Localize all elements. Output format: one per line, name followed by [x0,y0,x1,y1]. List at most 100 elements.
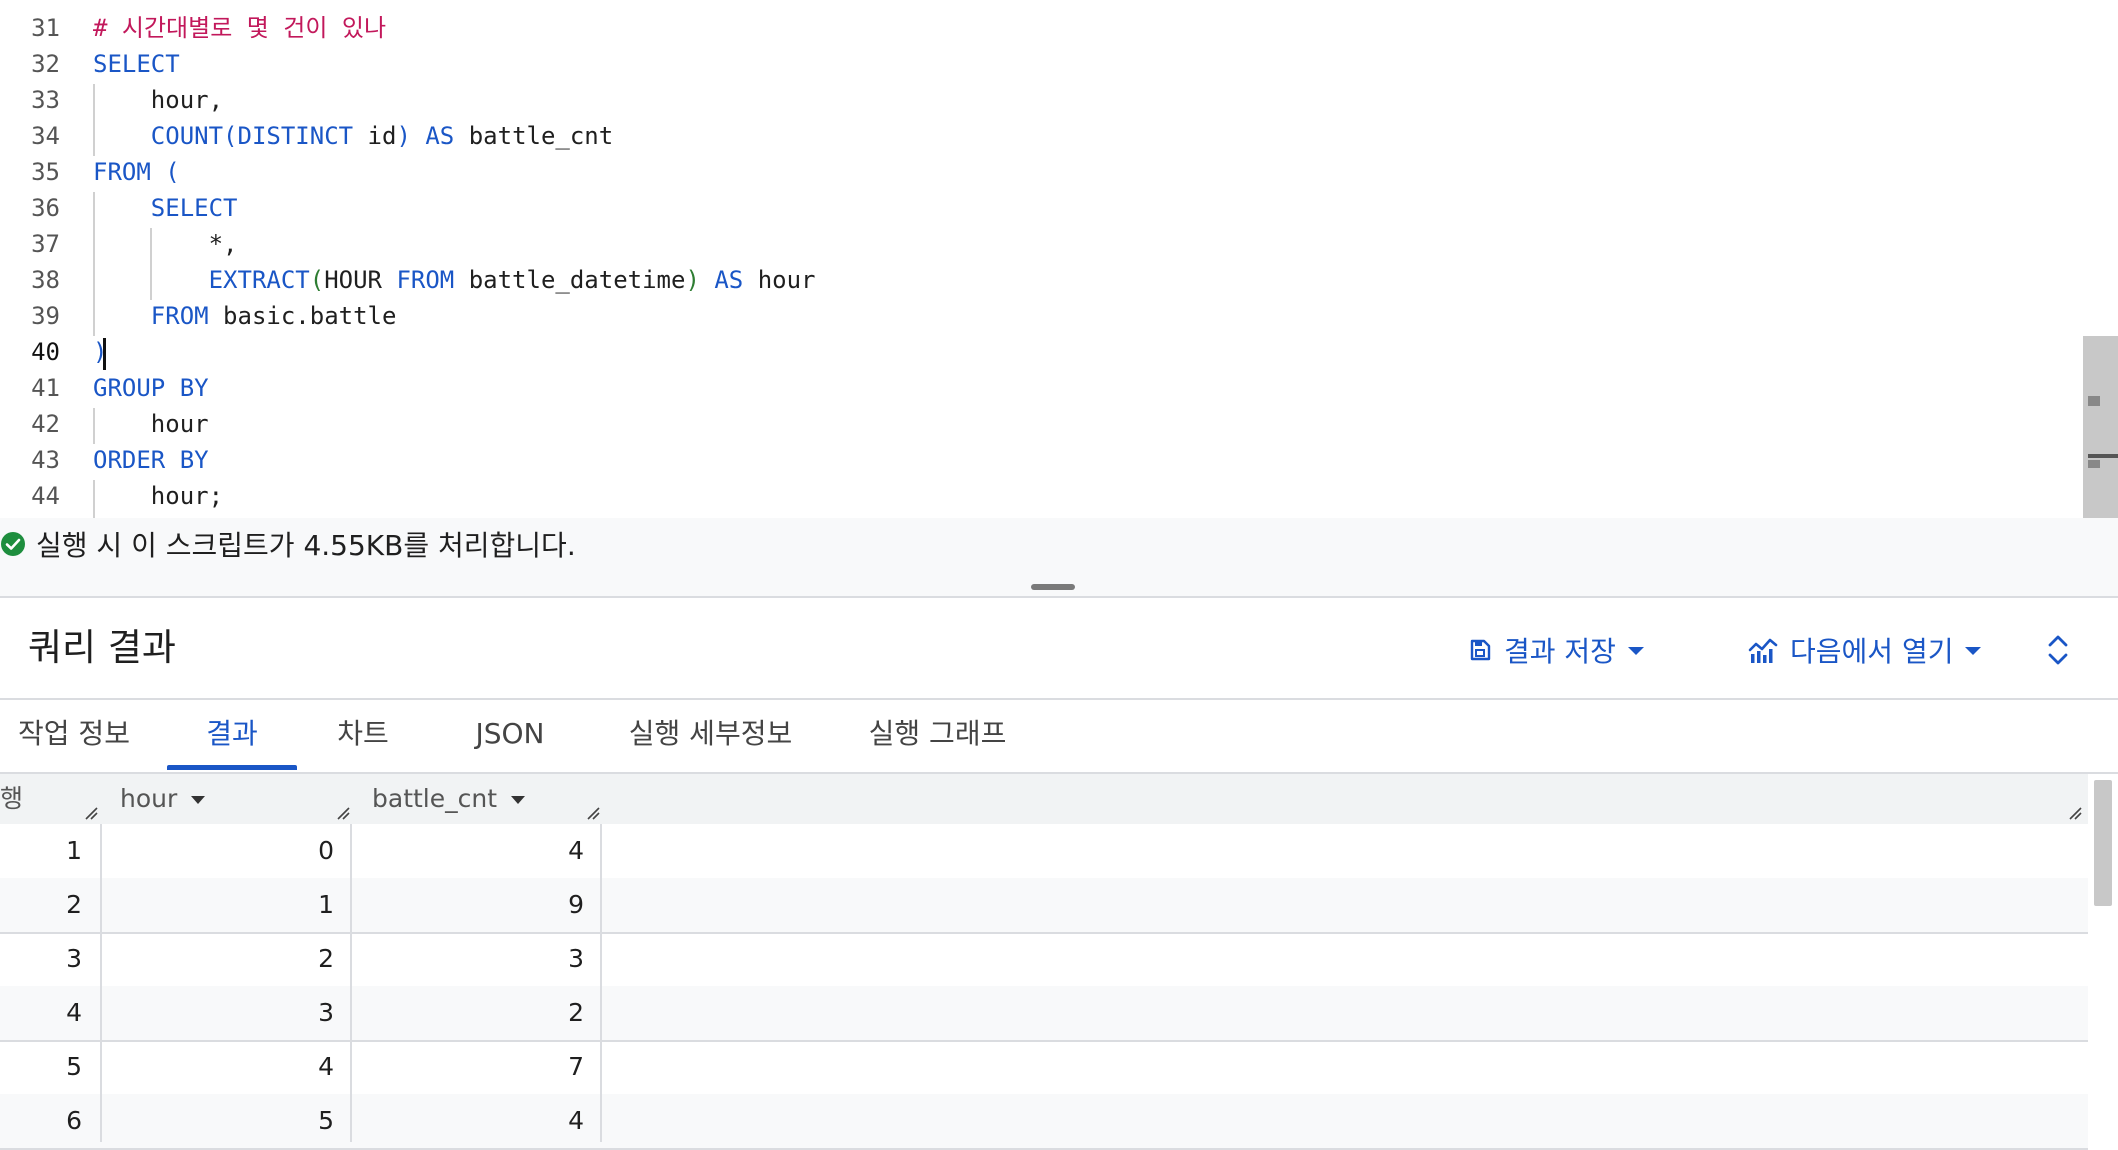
table-row[interactable]: 323 [0,932,2088,988]
code-token: ( [309,266,325,294]
table-cell[interactable]: 3 [100,986,334,1040]
open-in-button[interactable]: 다음에서 열기 [1748,628,1982,672]
tab-execution-graph[interactable]: 실행 그래프 [855,712,1020,772]
results-title: 쿼리 결과 [28,626,176,669]
column-resize-icon[interactable] [586,806,600,820]
line-number: 42 [31,410,60,438]
column-header-hour[interactable]: hour [120,774,206,824]
column-resize-icon[interactable] [2068,806,2082,820]
expand-collapse-icon[interactable] [2044,630,2072,670]
code-line[interactable]: 41 GROUP BY [0,370,2080,406]
column-header-battle-cnt[interactable]: battle_cnt [372,774,526,824]
table-cell[interactable]: 4 [100,1040,334,1094]
row-number-cell[interactable]: 2 [0,878,82,932]
code-token: FROM [150,302,209,330]
editor-scroll-thumb[interactable] [2083,336,2118,518]
code-line[interactable]: 38 EXTRACT(HOUR FROM battle_datetime) AS… [0,262,2080,298]
table-row[interactable]: 432 [0,986,2088,1042]
column-divider [100,824,102,1142]
table-cell[interactable]: 3 [350,932,584,986]
active-tab-indicator [167,765,297,770]
analytics-chart-icon [1748,638,1778,663]
table-cell[interactable]: 9 [350,878,584,932]
divider [0,698,2118,700]
column-resize-icon[interactable] [84,806,98,820]
code-text: COUNT(DISTINCT id) AS battle_cnt [93,118,613,154]
tab-job-info[interactable]: 작업 정보 [0,712,148,772]
tab-json[interactable]: JSON [455,712,565,772]
status-text: 실행 시 이 스크립트가 4.55KB를 처리합니다. [36,529,576,562]
code-token: FROM [382,266,455,294]
code-token: AS [699,266,744,294]
line-number: 41 [31,374,60,402]
table-row[interactable]: 219 [0,878,2088,934]
tab-execution-details[interactable]: 실행 세부정보 [608,712,813,772]
code-line[interactable]: 43 ORDER BY [0,442,2080,478]
row-number-cell[interactable]: 1 [0,824,82,878]
row-number-cell[interactable]: 4 [0,986,82,1040]
column-resize-icon[interactable] [336,806,350,820]
code-line[interactable]: 36 SELECT [0,190,2080,226]
table-cell[interactable]: 5 [100,1094,334,1148]
pane-resize-handle[interactable] [1031,584,1075,590]
code-line[interactable]: 34 COUNT(DISTINCT id) AS battle_cnt [0,118,2080,154]
table-cell[interactable]: 7 [350,1040,584,1094]
sort-caret-icon[interactable] [511,796,526,804]
save-results-button[interactable]: 결과 저장 [1468,628,1644,672]
code-text: hour [93,406,209,442]
code-line[interactable]: 37 *, [0,226,2080,262]
row-number-cell[interactable]: 6 [0,1094,82,1148]
table-cell[interactable]: 0 [100,824,334,878]
code-token: SELECT [93,50,180,78]
table-cell[interactable]: 2 [350,986,584,1040]
save-results-label: 결과 저장 [1504,635,1616,668]
sql-editor[interactable]: 31 # 시간대별로 몇 건이 있나 32 SELECT 33 hour, 34 COUN… [0,0,2080,518]
code-line[interactable]: 32 SELECT [0,46,2080,82]
code-token: AS [410,122,455,150]
row-number-cell[interactable]: 5 [0,1040,82,1094]
code-token: battle_cnt [454,122,614,150]
code-line[interactable]: 33 hour, [0,82,2080,118]
table-cell[interactable]: 4 [350,1094,584,1148]
table-cell[interactable]: 2 [100,932,334,986]
code-line[interactable]: 44 hour; [0,478,2080,514]
code-line[interactable]: 31 # 시간대별로 몇 건이 있나 [0,10,2080,46]
table-cell[interactable]: 4 [350,824,584,878]
code-token: hour, [93,86,224,114]
scroll-marker [2088,454,2118,458]
code-token: ORDER BY [93,446,209,474]
line-number: 43 [31,446,60,474]
line-number: 31 [31,14,60,42]
code-line[interactable]: 40) [0,334,2080,370]
row-number-cell[interactable]: 3 [0,932,82,986]
sort-caret-icon[interactable] [191,796,206,804]
line-number: 44 [31,482,60,510]
line-number: 37 [31,230,60,258]
line-number: 40 [31,338,60,366]
code-text: hour; [93,478,223,514]
save-icon [1470,639,1491,661]
code-text: ORDER BY [93,442,209,478]
code-text: FROM basic.battle [93,298,397,334]
tab-results[interactable]: 결과 [167,712,297,772]
code-line[interactable]: 42 hour [0,406,2080,442]
code-text: SELECT [93,190,238,226]
row-number-header: 행 [0,784,24,813]
table-row[interactable]: 547 [0,1040,2088,1096]
code-token: ) [396,122,411,150]
editor-scrollbar[interactable] [2080,0,2118,518]
code-line[interactable]: 39 FROM basic.battle [0,298,2080,334]
code-token: hour; [93,482,224,510]
table-cell[interactable]: 1 [100,878,334,932]
code-line[interactable]: 35 FROM ( [0,154,2080,190]
table-scrollbar[interactable] [2088,774,2118,1142]
tab-chart[interactable]: 차트 [318,712,408,772]
code-token: ) [685,266,700,294]
code-text: *, [93,226,238,262]
table-scroll-thumb[interactable] [2094,780,2112,906]
code-token: hour [743,266,816,294]
table-row[interactable]: 104 [0,824,2088,880]
